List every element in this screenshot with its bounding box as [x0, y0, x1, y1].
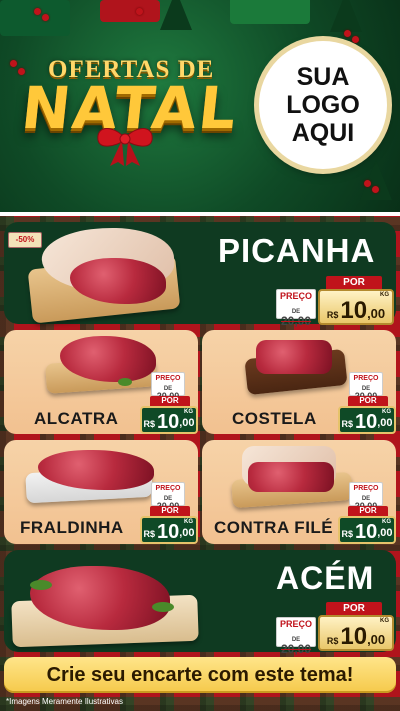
- product-name-contra-file: CONTRA FILÉ: [214, 518, 334, 537]
- herb-garnish-icon: [152, 602, 174, 612]
- gift-box-decoration: [100, 0, 160, 22]
- product-name-alcatra: ALCATRA: [34, 409, 119, 428]
- herb-garnish-icon: [30, 580, 52, 590]
- gift-box-decoration: [230, 0, 310, 24]
- por-label: POR: [150, 396, 190, 406]
- berry-decoration: [18, 68, 25, 75]
- preco-label: PREÇO: [353, 485, 379, 492]
- price-tag: R$ 10 ,00 KG: [338, 406, 396, 434]
- preco-label: PREÇO: [155, 485, 181, 492]
- price-integer: 10: [156, 521, 180, 543]
- preco-label: PREÇO: [155, 375, 181, 382]
- price-integer: 10: [354, 521, 378, 543]
- currency: R$: [143, 419, 155, 429]
- berry-decoration: [372, 186, 379, 193]
- old-price-tag: PREÇO DE 20,00: [349, 482, 383, 511]
- currency: R$: [143, 529, 155, 539]
- logo-text-line: AQUI: [291, 119, 355, 147]
- price-tag: R$ 10 ,00 KG: [140, 516, 198, 544]
- berry-decoration: [136, 8, 143, 15]
- old-price-tag: PREÇO DE 20,00: [276, 289, 316, 327]
- ribbon-bow-icon: [97, 128, 153, 166]
- price-cents: ,00: [179, 417, 195, 429]
- old-price-tag: PREÇO DE 20,00: [151, 372, 185, 401]
- pine-branch-decoration: [330, 0, 362, 32]
- price-tag: R$ 10 ,00 KG: [318, 615, 394, 651]
- unit-label: KG: [184, 409, 193, 415]
- contra-file-meat-image: [248, 462, 334, 492]
- currency: R$: [341, 529, 353, 539]
- berry-decoration: [42, 14, 49, 21]
- discount-badge: -50%: [8, 232, 42, 248]
- product-name-acem: ACÉM: [276, 560, 375, 596]
- price-cents: ,00: [377, 417, 393, 429]
- unit-label: KG: [380, 618, 389, 624]
- logo-text-line: LOGO: [286, 91, 360, 119]
- por-label: POR: [326, 276, 382, 289]
- old-price: 20,00: [280, 314, 312, 328]
- price-cents: ,00: [377, 527, 393, 539]
- herb-garnish-icon: [118, 378, 132, 386]
- berry-decoration: [352, 36, 359, 43]
- price-cents: ,00: [179, 527, 195, 539]
- divider: [0, 212, 400, 216]
- berry-decoration: [344, 30, 351, 37]
- price-integer: 10: [354, 411, 378, 433]
- berry-decoration: [364, 180, 371, 187]
- currency: R$: [341, 419, 353, 429]
- pine-branch-decoration: [160, 0, 192, 30]
- price-tag: R$ 10 ,00 KG: [140, 406, 198, 434]
- logo-placeholder: SUA LOGO AQUI: [259, 41, 387, 169]
- por-label: POR: [348, 506, 388, 516]
- unit-label: KG: [382, 409, 391, 415]
- por-label: POR: [348, 396, 388, 406]
- berry-decoration: [10, 60, 17, 67]
- price-tag: R$ 10 ,00 KG: [318, 289, 394, 325]
- gift-box-decoration: [0, 0, 70, 36]
- old-price: 20,00: [280, 642, 312, 656]
- preco-label: PREÇO: [279, 291, 312, 301]
- unit-label: KG: [380, 292, 389, 298]
- old-price-tag: PREÇO DE 20,00: [276, 617, 316, 655]
- price-integer: 10: [340, 623, 368, 650]
- currency: R$: [326, 636, 339, 646]
- price-integer: 10: [340, 297, 368, 324]
- por-label: POR: [326, 602, 382, 615]
- logo-text-line: SUA: [296, 63, 350, 91]
- cta-banner[interactable]: Crie seu encarte com este tema!: [4, 657, 396, 693]
- footnote: *Imagens Meramente Ilustrativas: [6, 697, 123, 706]
- costela-meat-image: [256, 340, 332, 374]
- berry-decoration: [34, 8, 41, 15]
- currency: R$: [326, 310, 339, 320]
- unit-label: KG: [382, 519, 391, 525]
- product-name-fraldinha: FRALDINHA: [20, 518, 124, 537]
- old-price-tag: PREÇO DE 20,00: [349, 372, 383, 401]
- por-label: POR: [150, 506, 190, 516]
- product-name-costela: COSTELA: [232, 409, 317, 428]
- unit-label: KG: [184, 519, 193, 525]
- price-integer: 10: [156, 411, 180, 433]
- preco-label: PREÇO: [353, 375, 379, 382]
- price-cents: ,00: [367, 306, 386, 321]
- preco-label: PREÇO: [279, 619, 312, 629]
- product-name-picanha: PICANHA: [218, 232, 376, 269]
- price-tag: R$ 10 ,00 KG: [338, 516, 396, 544]
- price-cents: ,00: [367, 632, 386, 647]
- old-price-tag: PREÇO DE 20,00: [151, 482, 185, 511]
